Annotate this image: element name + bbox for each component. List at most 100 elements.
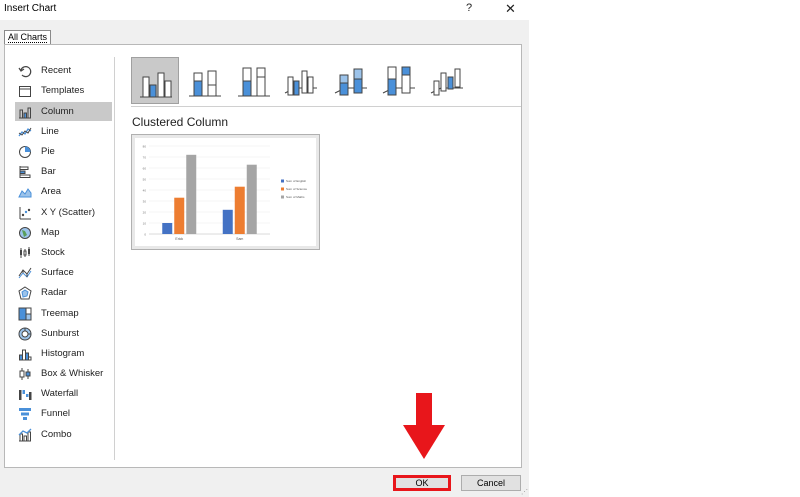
sidebar-item-label: Funnel [41, 408, 71, 419]
subtype-3d-column[interactable] [423, 57, 471, 104]
histogram-chart-icon [19, 349, 32, 361]
legend-swatch [281, 187, 284, 191]
radar-chart-icon [18, 286, 32, 300]
subtype-3d-stacked-column[interactable] [327, 57, 375, 104]
chart-type-list: Recent Templates Column Line Pie Bar Area X Y (… [15, 57, 115, 460]
sidebar-item-label: Stock [41, 247, 65, 258]
recent-icon [18, 66, 32, 78]
sidebar-item-label: Histogram [41, 348, 85, 359]
title-bar: Insert Chart ? ✕ [0, 0, 529, 20]
sidebar-item-area[interactable]: Area [15, 182, 112, 201]
subtype-3d-clustered-column[interactable] [277, 57, 325, 104]
resize-grip-icon[interactable]: ⋰ [521, 488, 528, 496]
sidebar-item-map[interactable]: Map [15, 223, 112, 242]
sidebar-item-label: Pie [41, 146, 55, 157]
box-whisker-chart-icon [19, 368, 31, 380]
bar [246, 164, 257, 234]
sidebar-item-label: Area [41, 186, 62, 197]
sidebar-item-pie[interactable]: Pie [15, 142, 112, 161]
sidebar-item-label: Bar [41, 166, 56, 177]
sidebar-item-stock[interactable]: Stock [15, 243, 112, 262]
y-tick-label: 70 [143, 156, 147, 160]
close-button[interactable]: ✕ [505, 1, 516, 17]
y-tick-label: 60 [143, 167, 147, 171]
sidebar-item-recent[interactable]: Recent [15, 61, 112, 80]
3d-stacked-column-icon [334, 68, 367, 96]
subtype-100-stacked-column[interactable] [230, 57, 278, 104]
red-arrow-annotation-icon [403, 393, 445, 459]
help-button[interactable]: ? [466, 2, 472, 14]
treemap-chart-icon [18, 307, 32, 321]
insert-chart-dialog: Insert Chart ? ✕ All Charts Recent Templa… [0, 0, 529, 497]
sidebar-item-templates[interactable]: Templates [15, 81, 112, 100]
sidebar-item-label: Map [41, 227, 60, 238]
sidebar-item-bar[interactable]: Bar [15, 162, 112, 181]
y-tick-label: 20 [143, 211, 147, 215]
line-chart-icon [18, 127, 32, 137]
sidebar-item-sunburst[interactable]: Sunburst [15, 324, 112, 343]
combo-chart-icon [18, 428, 32, 442]
sidebar-item-radar[interactable]: Radar [15, 283, 112, 302]
sidebar-item-label: Treemap [41, 308, 79, 319]
bar [186, 154, 197, 234]
templates-icon [19, 86, 31, 97]
sidebar-item-histogram[interactable]: Histogram [15, 344, 112, 363]
legend-label: Sum of English [286, 179, 307, 183]
clustered-column-icon [140, 72, 172, 98]
y-tick-label: 10 [143, 222, 147, 226]
waterfall-chart-icon [19, 390, 32, 400]
legend-swatch [281, 179, 284, 183]
column-chart-icon [19, 107, 31, 119]
stock-chart-icon [20, 247, 30, 258]
x-tick-label: Erick [175, 237, 183, 241]
sidebar-item-treemap[interactable]: Treemap [15, 304, 112, 323]
sidebar-item-column[interactable]: Column [15, 102, 112, 121]
tab-all-charts-label: All Charts [8, 32, 48, 43]
sidebar-item-label: Box & Whisker [41, 368, 104, 379]
bar-chart-icon [19, 166, 31, 178]
cancel-button[interactable]: Cancel [461, 475, 521, 491]
sunburst-chart-icon [18, 327, 32, 341]
subtype-3d-100-stacked-column[interactable] [375, 57, 423, 104]
sidebar-item-combo[interactable]: Combo [15, 425, 112, 444]
100-stacked-column-icon [238, 67, 270, 97]
tab-all-charts[interactable]: All Charts [4, 30, 52, 45]
sidebar-item-label: Sunburst [41, 328, 80, 339]
3d-100-stacked-column-icon [382, 66, 415, 96]
chart-subtype-gallery [131, 57, 521, 107]
sidebar-item-label: Recent [41, 65, 72, 76]
sidebar-item-waterfall[interactable]: Waterfall [15, 384, 112, 403]
sidebar-item-label: X Y (Scatter) [41, 207, 96, 218]
area-chart-icon [18, 188, 32, 198]
sidebar-item-box-whisker[interactable]: Box & Whisker [15, 364, 112, 383]
ok-button[interactable]: OK [393, 475, 451, 491]
x-tick-label: Sam [236, 237, 243, 241]
surface-chart-icon [18, 267, 32, 279]
sidebar-item-funnel[interactable]: Funnel [15, 404, 112, 423]
sidebar-item-line[interactable]: Line [15, 122, 112, 141]
legend-label: Sum of Maths [286, 195, 305, 199]
dialog-title: Insert Chart [4, 3, 57, 14]
sidebar-item-label: Line [41, 126, 59, 137]
chart-preview[interactable]: 0 10 20 30 40 50 60 70 80 Erick Sam Sum of English S… [131, 134, 320, 250]
subtype-stacked-column[interactable] [181, 57, 229, 104]
preview-title: Clustered Column [132, 115, 229, 129]
bar [222, 209, 233, 234]
subtype-clustered-column[interactable] [131, 57, 179, 104]
scatter-chart-icon [19, 207, 31, 220]
y-tick-label: 40 [143, 189, 147, 193]
preview-chart: 0 10 20 30 40 50 60 70 80 Erick Sam Sum of English S… [143, 145, 308, 242]
sidebar-item-label: Radar [41, 287, 67, 298]
bar [234, 186, 245, 234]
sidebar-item-label: Waterfall [41, 388, 79, 399]
pie-chart-icon [19, 146, 31, 158]
map-chart-icon [19, 227, 31, 239]
y-tick-label: 80 [143, 145, 147, 149]
3d-clustered-column-icon [284, 70, 317, 96]
funnel-chart-icon [19, 408, 31, 420]
3d-column-icon [430, 68, 463, 96]
sidebar-item-label: Column [41, 106, 74, 117]
stacked-column-icon [189, 70, 221, 97]
sidebar-item-surface[interactable]: Surface [15, 263, 112, 282]
sidebar-item-scatter[interactable]: X Y (Scatter) [15, 203, 112, 222]
